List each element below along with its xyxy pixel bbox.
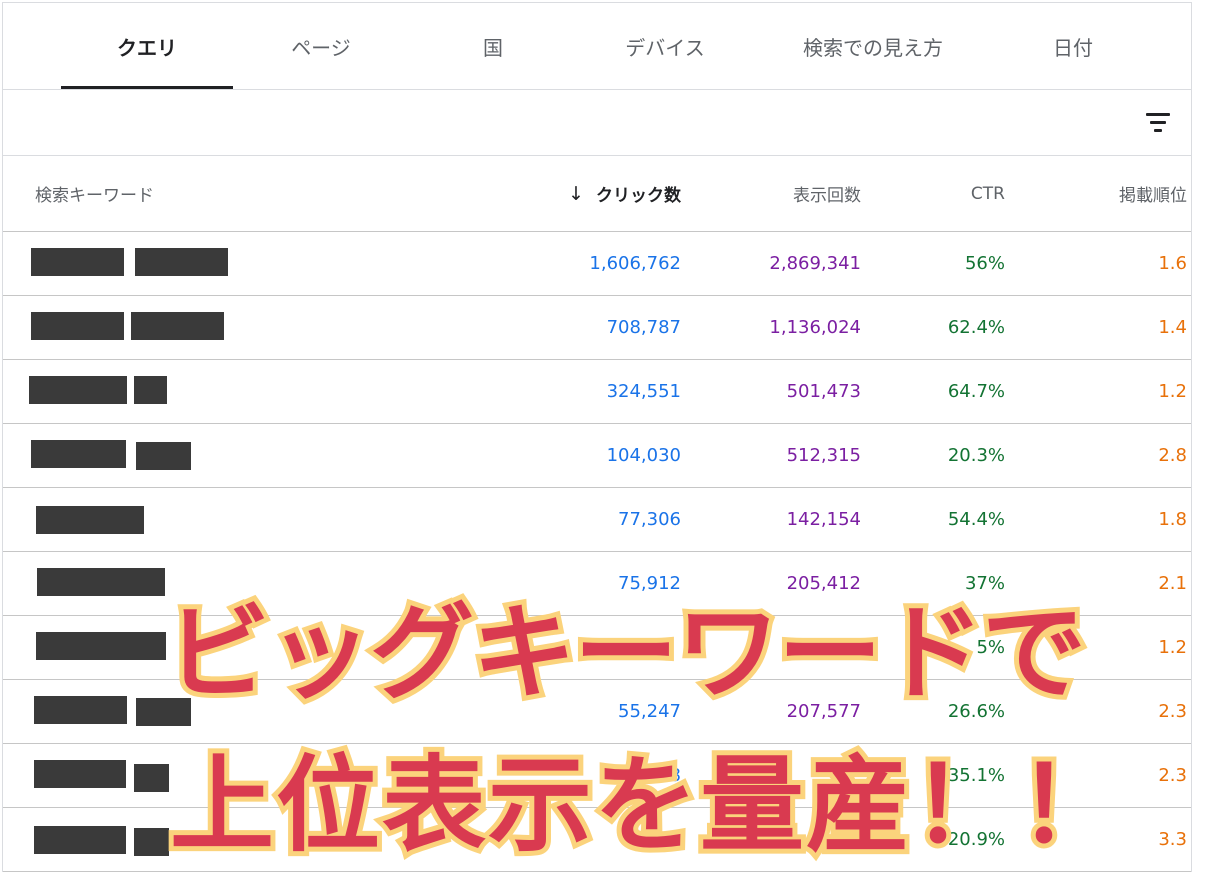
- table-row[interactable]: 8 35.1% 2.3: [3, 744, 1191, 808]
- active-tab-indicator: [61, 86, 233, 89]
- search-performance-table-card: クエリ ページ 国 デバイス 検索での見え方 日付 検索キーワード ↓ クリック…: [2, 2, 1192, 872]
- table-row[interactable]: 20.9% 3.3: [3, 808, 1191, 872]
- dimension-tabs: クエリ ページ 国 デバイス 検索での見え方 日付: [3, 3, 1191, 90]
- redacted-query: [36, 632, 166, 660]
- cell-clicks: 1,606,762: [589, 253, 681, 274]
- table-row[interactable]: 55,247 207,577 26.6% 2.3: [3, 680, 1191, 744]
- table-row[interactable]: 5% 1.2: [3, 616, 1191, 680]
- cell-position: 2.3: [1158, 765, 1187, 786]
- cell-position: 1.8: [1158, 509, 1187, 530]
- column-header-ctr-label: CTR: [970, 183, 1005, 204]
- arrow-down-icon: ↓: [568, 182, 584, 205]
- cell-clicks: 55,247: [618, 701, 681, 722]
- tab-country-label: 国: [483, 35, 503, 60]
- table-row[interactable]: 324,551 501,473 64.7% 1.2: [3, 360, 1191, 424]
- cell-clicks: 708,787: [606, 317, 681, 338]
- tab-device[interactable]: デバイス: [579, 3, 751, 89]
- cell-position: 1.6: [1158, 253, 1187, 274]
- redacted-query: [34, 826, 126, 854]
- tab-search-appearance-label: 検索での見え方: [803, 35, 943, 60]
- cell-position: 1.2: [1158, 637, 1187, 658]
- cell-impressions: 205,412: [786, 573, 861, 594]
- column-header-impressions-label: 表示回数: [793, 186, 861, 206]
- table-row[interactable]: 77,306 142,154 54.4% 1.8: [3, 488, 1191, 552]
- cell-clicks: 104,030: [606, 445, 681, 466]
- cell-clicks: 8: [669, 765, 681, 786]
- cell-clicks: 324,551: [606, 381, 681, 402]
- column-header-clicks[interactable]: ↓ クリック数: [568, 156, 681, 231]
- redacted-query: [136, 698, 191, 726]
- table-row[interactable]: 1,606,762 2,869,341 56% 1.6: [3, 232, 1191, 296]
- cell-position: 1.4: [1158, 317, 1187, 338]
- cell-ctr: 62.4%: [947, 317, 1005, 338]
- cell-clicks: 75,912: [618, 573, 681, 594]
- cell-position: 2.8: [1158, 445, 1187, 466]
- cell-position: 2.3: [1158, 701, 1187, 722]
- redacted-query: [34, 760, 126, 788]
- table-header: 検索キーワード ↓ クリック数 表示回数 CTR 掲載順位: [3, 156, 1191, 232]
- tab-device-label: デバイス: [625, 35, 705, 60]
- redacted-query: [36, 506, 144, 534]
- redacted-query: [135, 248, 228, 276]
- redacted-query: [131, 312, 224, 340]
- redacted-query: [37, 568, 165, 596]
- cell-ctr: 56%: [964, 253, 1005, 274]
- cell-impressions: 142,154: [786, 509, 861, 530]
- redacted-query: [31, 440, 126, 468]
- cell-clicks: 77,306: [618, 509, 681, 530]
- redacted-query: [134, 764, 169, 792]
- filter-icon[interactable]: [1141, 104, 1177, 140]
- table-toolbar: [3, 90, 1191, 156]
- cell-impressions: 501,473: [786, 381, 861, 402]
- cell-position: 3.3: [1158, 829, 1187, 850]
- redacted-query: [29, 376, 127, 404]
- cell-ctr: 54.4%: [947, 509, 1005, 530]
- redacted-query: [34, 696, 127, 724]
- cell-ctr: 5%: [976, 637, 1005, 658]
- tab-search-appearance[interactable]: 検索での見え方: [763, 3, 983, 89]
- tab-country[interactable]: 国: [407, 3, 579, 89]
- table-row[interactable]: 75,912 205,412 37% 2.1: [3, 552, 1191, 616]
- redacted-query: [136, 442, 191, 470]
- cell-impressions: 1,136,024: [769, 317, 861, 338]
- cell-ctr: 35.1%: [947, 765, 1005, 786]
- tab-page[interactable]: ページ: [235, 3, 407, 89]
- cell-impressions: 512,315: [786, 445, 861, 466]
- cell-ctr: 26.6%: [947, 701, 1005, 722]
- column-header-query-label: 検索キーワード: [35, 186, 154, 206]
- column-header-position[interactable]: 掲載順位: [1119, 156, 1187, 231]
- redacted-query: [31, 312, 124, 340]
- redacted-query: [134, 376, 167, 404]
- cell-ctr: 20.9%: [947, 829, 1005, 850]
- tab-query[interactable]: クエリ: [61, 3, 233, 89]
- column-header-position-label: 掲載順位: [1119, 186, 1187, 206]
- tab-query-label: クエリ: [117, 35, 177, 60]
- tab-date-label: 日付: [1053, 35, 1093, 60]
- cell-ctr: 20.3%: [947, 445, 1005, 466]
- table-row[interactable]: 104,030 512,315 20.3% 2.8: [3, 424, 1191, 488]
- tab-date[interactable]: 日付: [987, 3, 1159, 89]
- cell-impressions: 2,869,341: [769, 253, 861, 274]
- redacted-query: [31, 248, 124, 276]
- cell-ctr: 37%: [964, 573, 1005, 594]
- cell-position: 2.1: [1158, 573, 1187, 594]
- cell-impressions: 207,577: [786, 701, 861, 722]
- cell-position: 1.2: [1158, 381, 1187, 402]
- redacted-query: [134, 828, 169, 856]
- column-header-impressions[interactable]: 表示回数: [793, 156, 861, 231]
- column-header-ctr[interactable]: CTR: [971, 156, 1005, 231]
- cell-ctr: 64.7%: [947, 381, 1005, 402]
- column-header-query[interactable]: 検索キーワード: [35, 156, 154, 231]
- table-row[interactable]: 708,787 1,136,024 62.4% 1.4: [3, 296, 1191, 360]
- tab-page-label: ページ: [291, 35, 351, 60]
- column-header-clicks-label: クリック数: [596, 186, 681, 206]
